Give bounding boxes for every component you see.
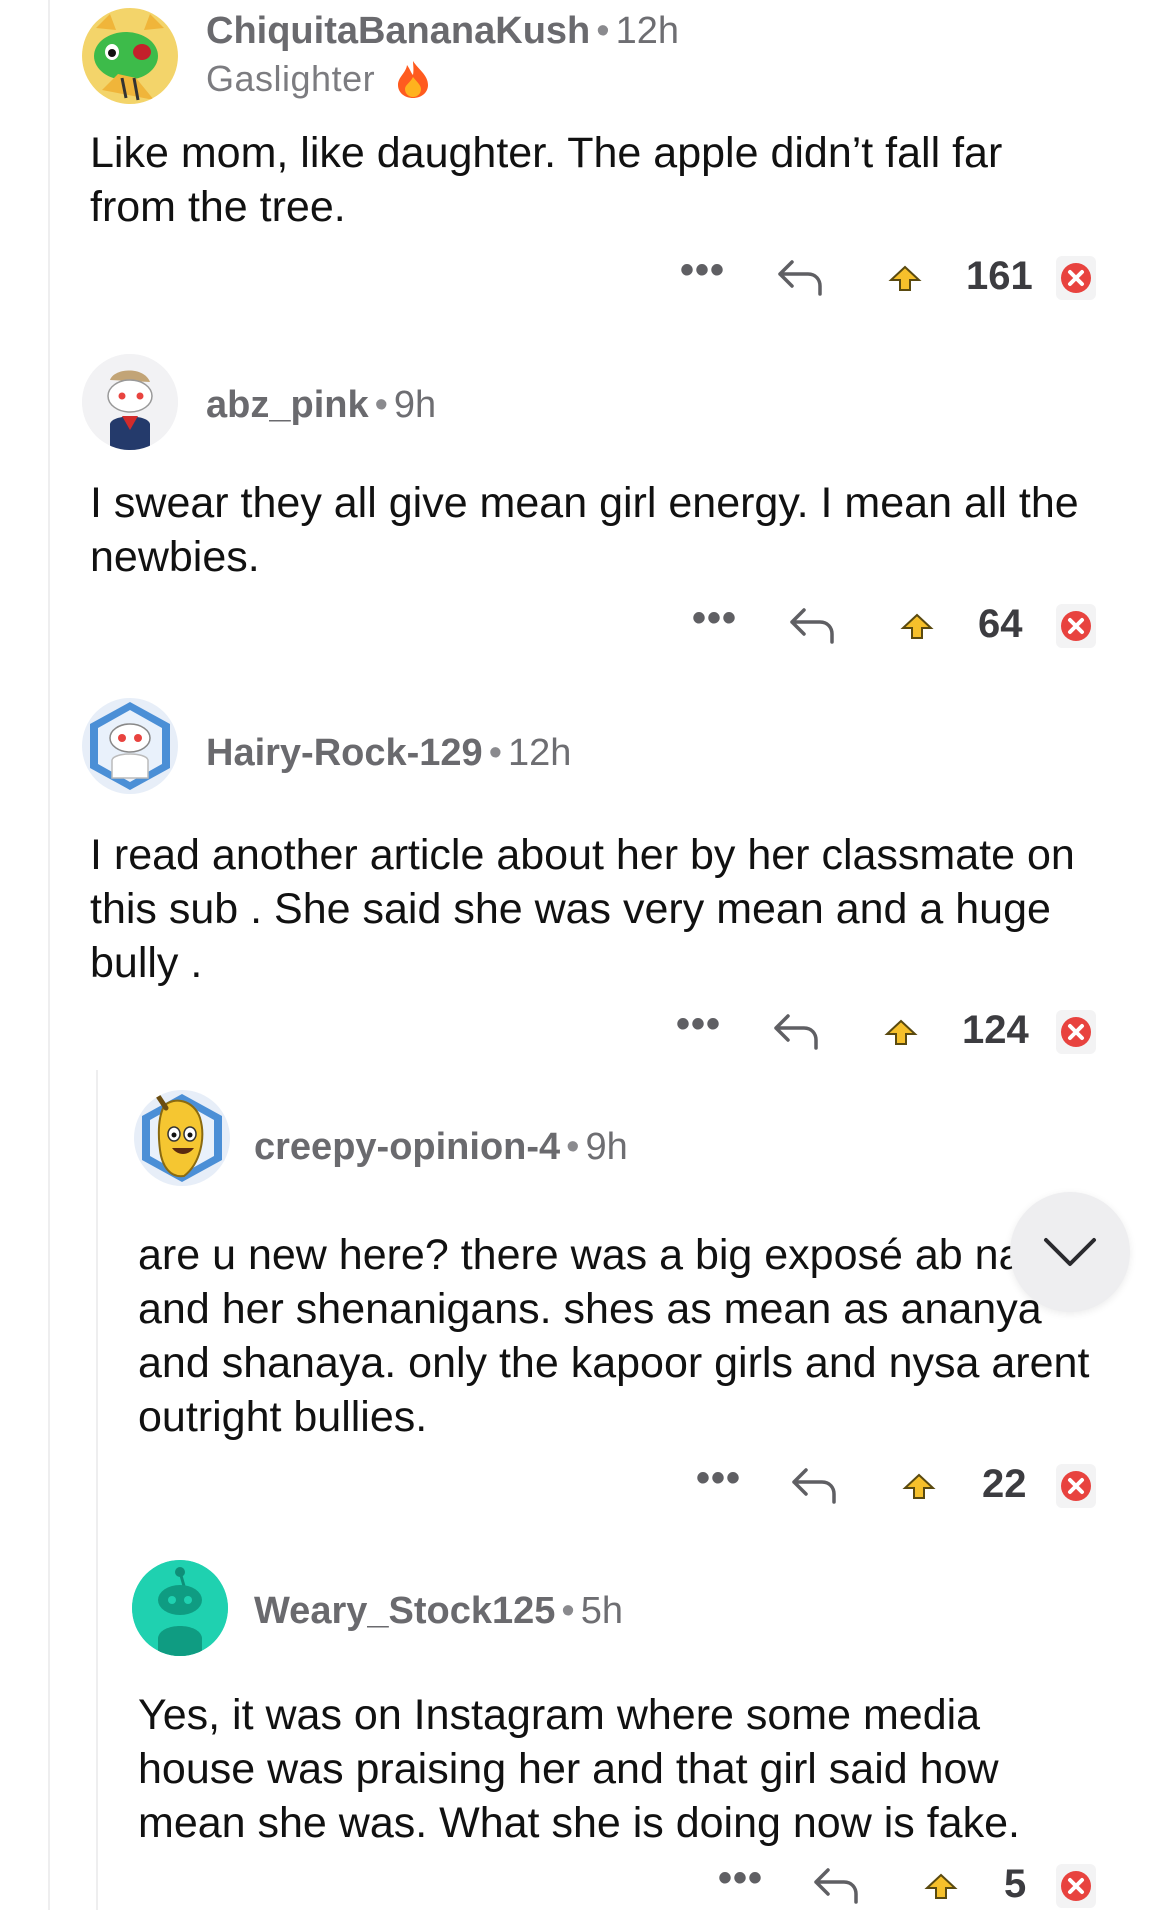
downvote-x-icon[interactable] (1056, 1864, 1096, 1908)
comment-body: Like mom, like daughter. The apple didn’… (90, 129, 1003, 231)
username[interactable]: Weary_Stock125 (254, 1590, 555, 1632)
fire-icon (397, 61, 428, 98)
comment-actions: ••• 5 (0, 1856, 1170, 1924)
vote-score: 22 (982, 1462, 1027, 1506)
more-options-icon[interactable]: ••• (692, 596, 737, 641)
more-options-icon[interactable]: ••• (680, 248, 725, 293)
flair-label: Gaslighter (206, 58, 376, 99)
comment-actions: ••• 161 (0, 248, 1170, 316)
comment-header: ChiquitaBananaKush • 12h (206, 10, 679, 52)
avatar[interactable] (132, 1560, 228, 1656)
comment-header: Weary_Stock125 • 5h (254, 1590, 623, 1632)
more-options-icon[interactable]: ••• (718, 1856, 763, 1901)
comment-actions: ••• 64 (0, 596, 1170, 664)
award-icon[interactable] (888, 264, 922, 294)
comment-header: Hairy-Rock-129 • 12h (206, 732, 572, 774)
award-icon[interactable] (924, 1872, 958, 1902)
timestamp: 12h (508, 732, 572, 774)
comment-body: Yes, it was on Instagram where some medi… (138, 1691, 1020, 1847)
comment: abz_pink • 9h I swear they all give mean g… (0, 330, 1170, 650)
default-teal-snoo-avatar-icon (132, 1560, 228, 1656)
award-icon[interactable] (884, 1018, 918, 1048)
reply-arrow-icon[interactable] (812, 1864, 860, 1908)
comment-reply: creepy-opinion-4 • 9h are u new here? ther… (0, 1080, 1170, 1540)
comment-reply: Weary_Stock125 • 5h Yes, it was on Instagr… (0, 1540, 1170, 1910)
username[interactable]: creepy-opinion-4 (254, 1126, 560, 1168)
comment-body: I read another article about her by her … (90, 831, 1075, 987)
comment-header: abz_pink • 9h (206, 384, 437, 426)
vote-score: 5 (1004, 1862, 1027, 1906)
timestamp: 5h (580, 1590, 623, 1632)
reply-arrow-icon[interactable] (772, 1010, 820, 1054)
avatar[interactable] (82, 698, 178, 794)
comment-body: I swear they all give mean girl energy. … (90, 479, 1079, 581)
vote-score: 161 (966, 254, 1033, 298)
more-options-icon[interactable]: ••• (696, 1456, 741, 1501)
downvote-x-icon[interactable] (1056, 1464, 1096, 1508)
comment-actions: ••• 124 (0, 1002, 1170, 1070)
collapse-button[interactable] (1010, 1192, 1130, 1312)
banana-snoo-avatar-icon (142, 1093, 222, 1182)
comment-header: creepy-opinion-4 • 9h (254, 1126, 628, 1168)
comment: ChiquitaBananaKush • 12h Gaslighter Like m… (0, 0, 1170, 320)
avatar[interactable] (82, 8, 178, 104)
comment-body: are u new here? there was a big exposé a… (138, 1231, 1090, 1441)
snoo-sailor-avatar-icon (82, 354, 178, 450)
reply-arrow-icon[interactable] (776, 256, 824, 300)
avatar[interactable] (134, 1090, 230, 1186)
comment-actions: ••• 22 (0, 1456, 1170, 1524)
timestamp: 12h (615, 10, 679, 52)
username[interactable]: ChiquitaBananaKush (206, 10, 590, 52)
award-icon[interactable] (900, 612, 934, 642)
timestamp: 9h (585, 1126, 628, 1168)
award-icon[interactable] (902, 1472, 936, 1502)
chevron-down-icon (1044, 1238, 1096, 1266)
downvote-x-icon[interactable] (1056, 604, 1096, 648)
reply-arrow-icon[interactable] (788, 604, 836, 648)
username[interactable]: abz_pink (206, 384, 369, 426)
vote-score: 64 (978, 602, 1023, 646)
downvote-x-icon[interactable] (1056, 256, 1096, 300)
comment: Hairy-Rock-129 • 12h I read another articl… (0, 680, 1170, 1080)
reply-arrow-icon[interactable] (790, 1464, 838, 1508)
tiger-green-face-avatar-icon (82, 8, 178, 104)
snoo-scientist-avatar-icon (90, 702, 170, 790)
more-options-icon[interactable]: ••• (676, 1002, 721, 1047)
user-flair: Gaslighter (206, 58, 432, 100)
avatar[interactable] (82, 354, 178, 450)
username[interactable]: Hairy-Rock-129 (206, 732, 483, 774)
vote-score: 124 (962, 1008, 1029, 1052)
downvote-x-icon[interactable] (1056, 1010, 1096, 1054)
timestamp: 9h (393, 384, 437, 426)
